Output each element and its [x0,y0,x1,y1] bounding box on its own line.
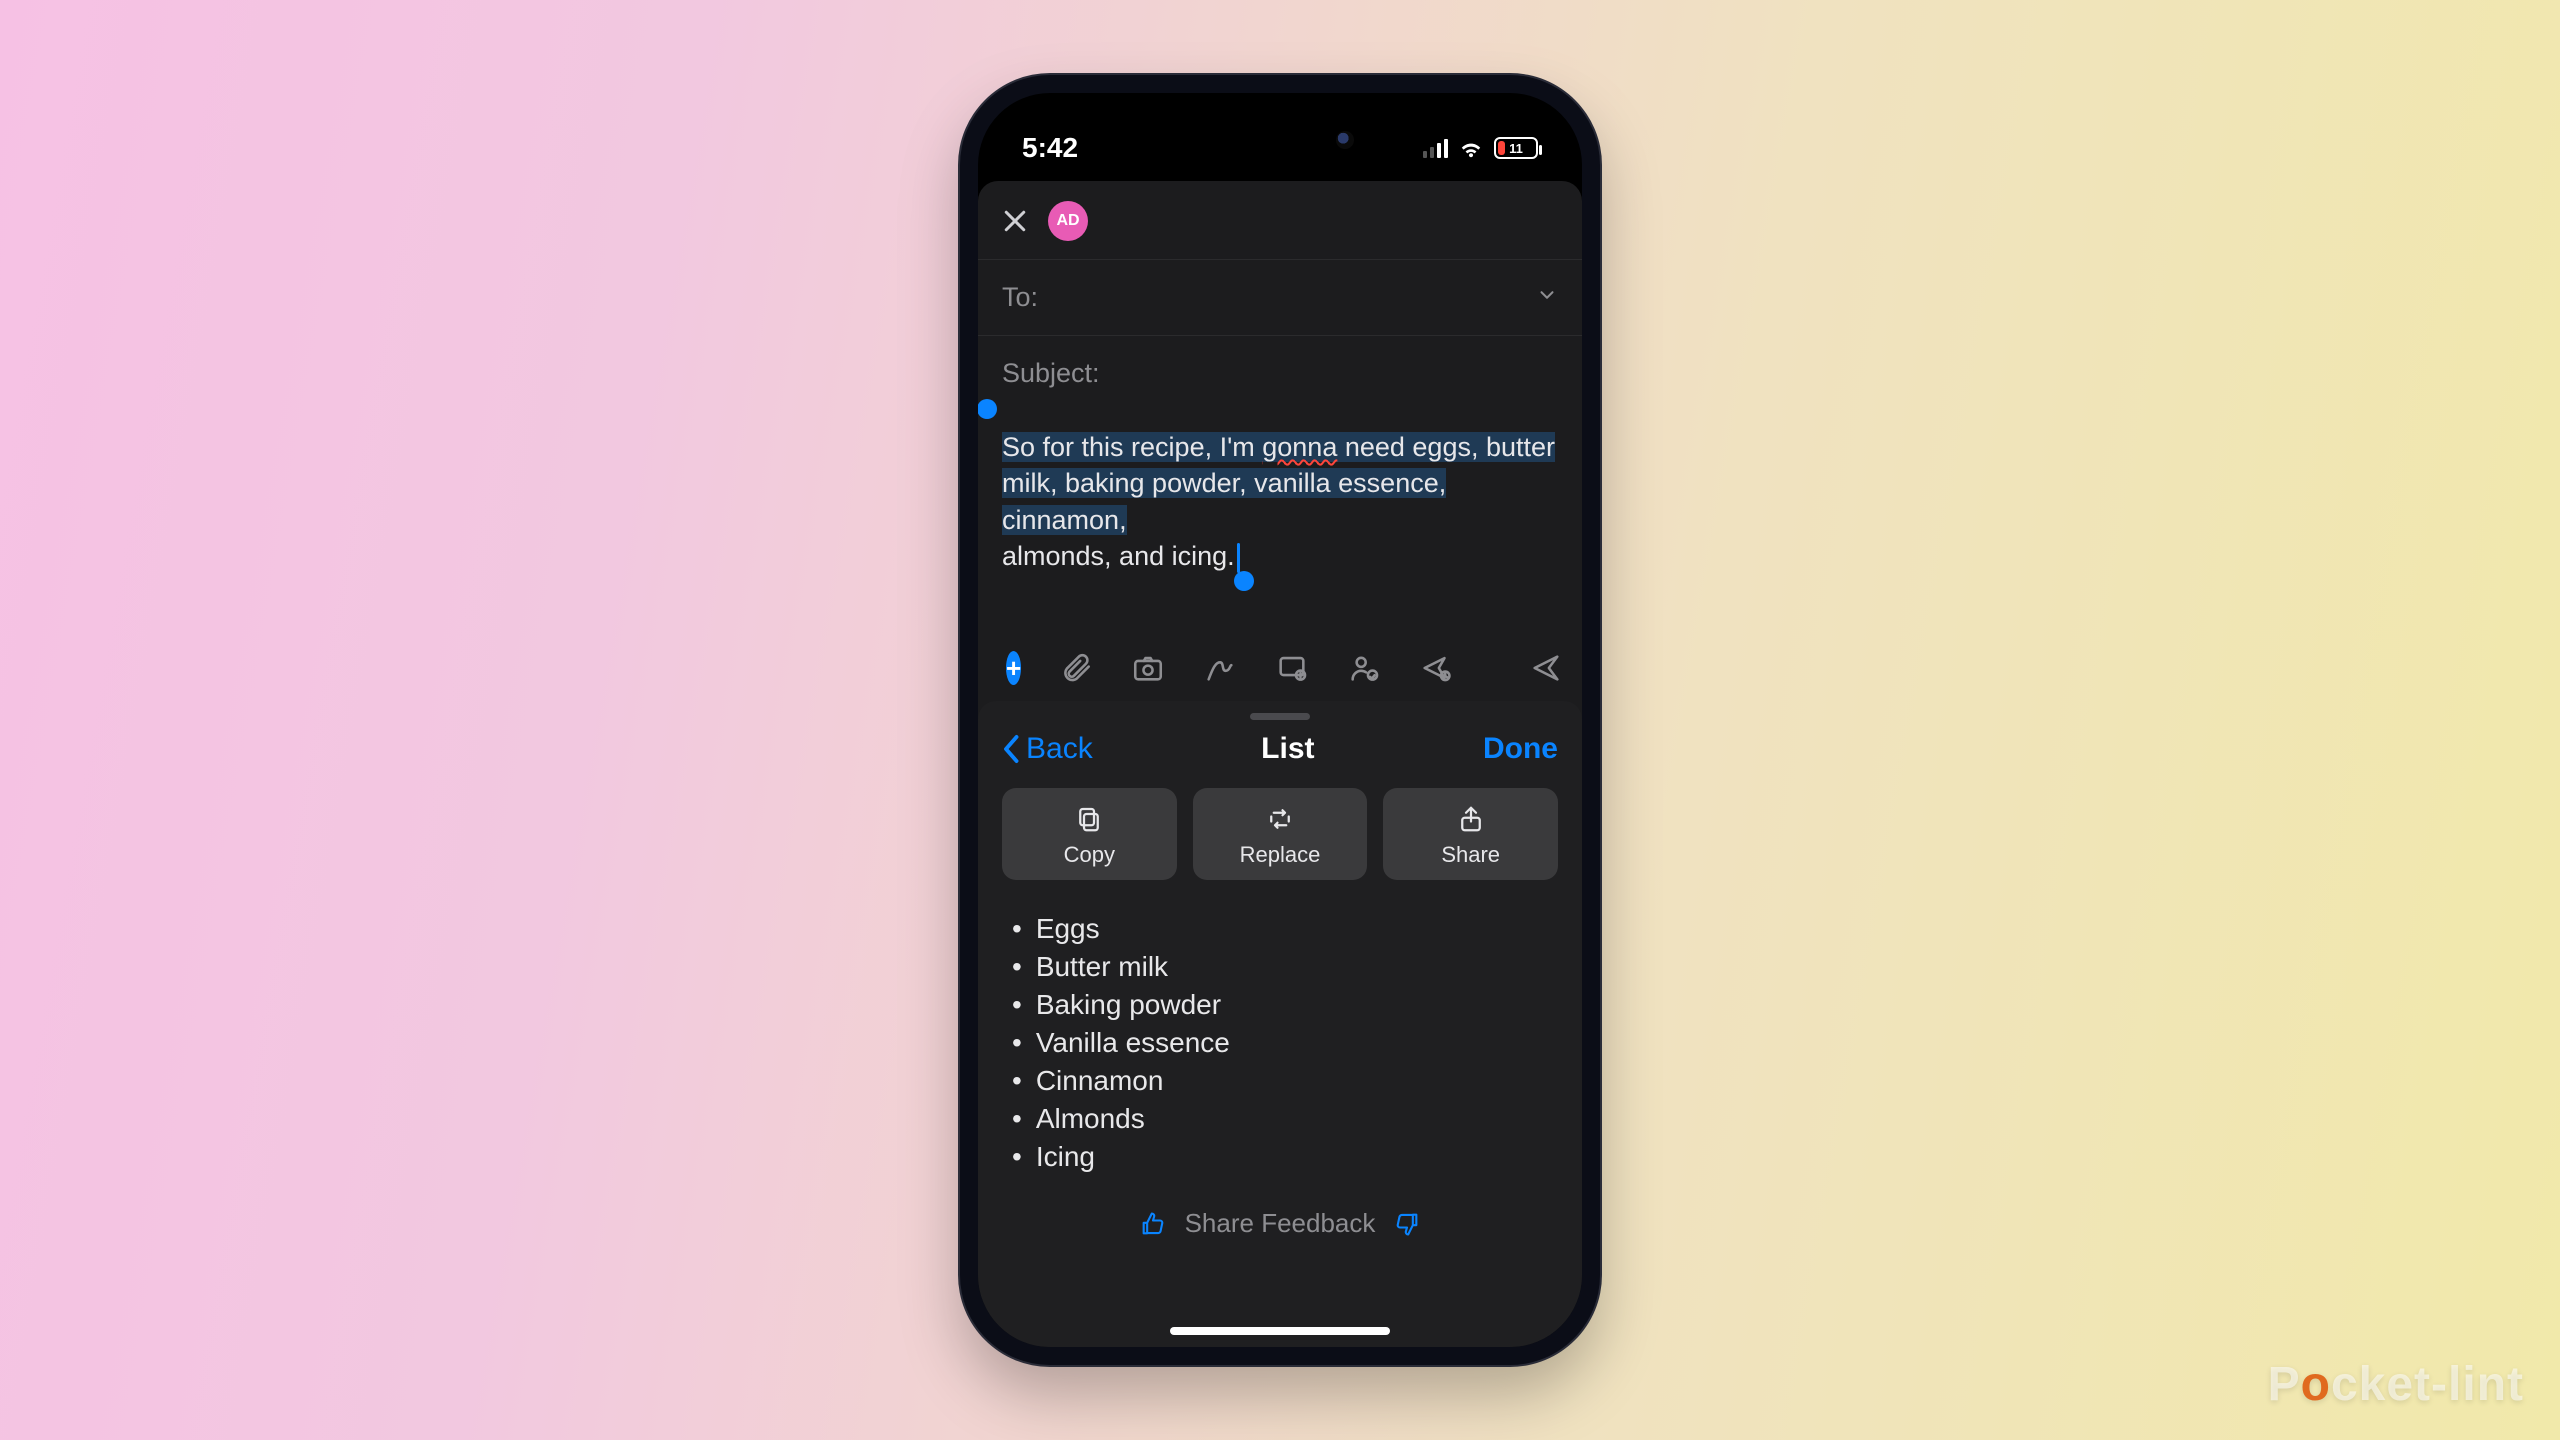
phone-mockup: 5:42 11 [960,75,1600,1365]
list-item: Baking powder [1012,986,1548,1024]
list-item: Eggs [1012,910,1548,948]
battery-percent: 11 [1509,141,1523,156]
avatar[interactable]: AD [1048,201,1088,241]
text-caret [1237,543,1240,573]
feedback-label[interactable]: Share Feedback [1185,1208,1376,1239]
thumbs-down-icon[interactable] [1393,1210,1421,1238]
list-item: Cinnamon [1012,1062,1548,1100]
cellular-icon [1423,138,1448,158]
spellcheck-word[interactable]: gonna [1262,432,1337,462]
list-item: Butter milk [1012,948,1548,986]
copy-label: Copy [1064,842,1115,868]
chevron-down-icon[interactable] [1536,282,1558,313]
panel-title: List [1261,732,1314,766]
back-button[interactable]: Back [1002,732,1093,766]
scan-doc-icon[interactable] [1275,651,1309,685]
markup-icon[interactable] [1203,651,1237,685]
camera-icon[interactable] [1131,651,1165,685]
compose-sheet: AD To: Subject: So for this recipe, I'm … [978,181,1582,1347]
copy-icon [1074,804,1104,834]
compose-toolbar: + [978,641,1582,701]
close-icon[interactable] [1000,206,1030,236]
message-body[interactable]: So for this recipe, I'm gonna need eggs,… [978,411,1582,641]
send-later-icon[interactable] [1419,651,1453,685]
share-label: Share [1441,842,1500,868]
watermark: Pocket-lint [2268,1357,2524,1412]
writing-tools-panel: Back List Done Copy Replace [978,701,1582,1347]
status-time: 5:42 [1022,132,1078,164]
share-icon [1456,804,1486,834]
subject-label: Subject: [1002,358,1100,389]
plus-icon[interactable]: + [1006,651,1021,685]
back-label: Back [1026,732,1093,766]
sheet-grabber[interactable] [1250,713,1310,720]
add-recipient-icon[interactable] [1347,651,1381,685]
share-button[interactable]: Share [1383,788,1558,880]
home-indicator[interactable] [1170,1327,1390,1335]
to-label: To: [1002,282,1038,313]
wifi-icon [1458,138,1484,158]
replace-button[interactable]: Replace [1193,788,1368,880]
result-list: Eggs Butter milk Baking powder Vanilla e… [978,896,1582,1186]
battery-icon: 11 [1494,137,1538,159]
list-item: Vanilla essence [1012,1024,1548,1062]
done-button[interactable]: Done [1483,732,1558,766]
dynamic-island [1180,113,1380,167]
replace-label: Replace [1240,842,1321,868]
attachment-icon[interactable] [1059,651,1093,685]
list-item: Icing [1012,1138,1548,1176]
selection-start-handle[interactable] [978,399,997,419]
thumbs-up-icon[interactable] [1139,1210,1167,1238]
list-item: Almonds [1012,1100,1548,1138]
replace-icon [1265,804,1295,834]
copy-button[interactable]: Copy [1002,788,1177,880]
send-icon[interactable] [1529,651,1563,685]
subject-field[interactable]: Subject: [978,335,1582,411]
selection-end-handle[interactable] [1234,571,1254,591]
to-field[interactable]: To: [978,259,1582,335]
